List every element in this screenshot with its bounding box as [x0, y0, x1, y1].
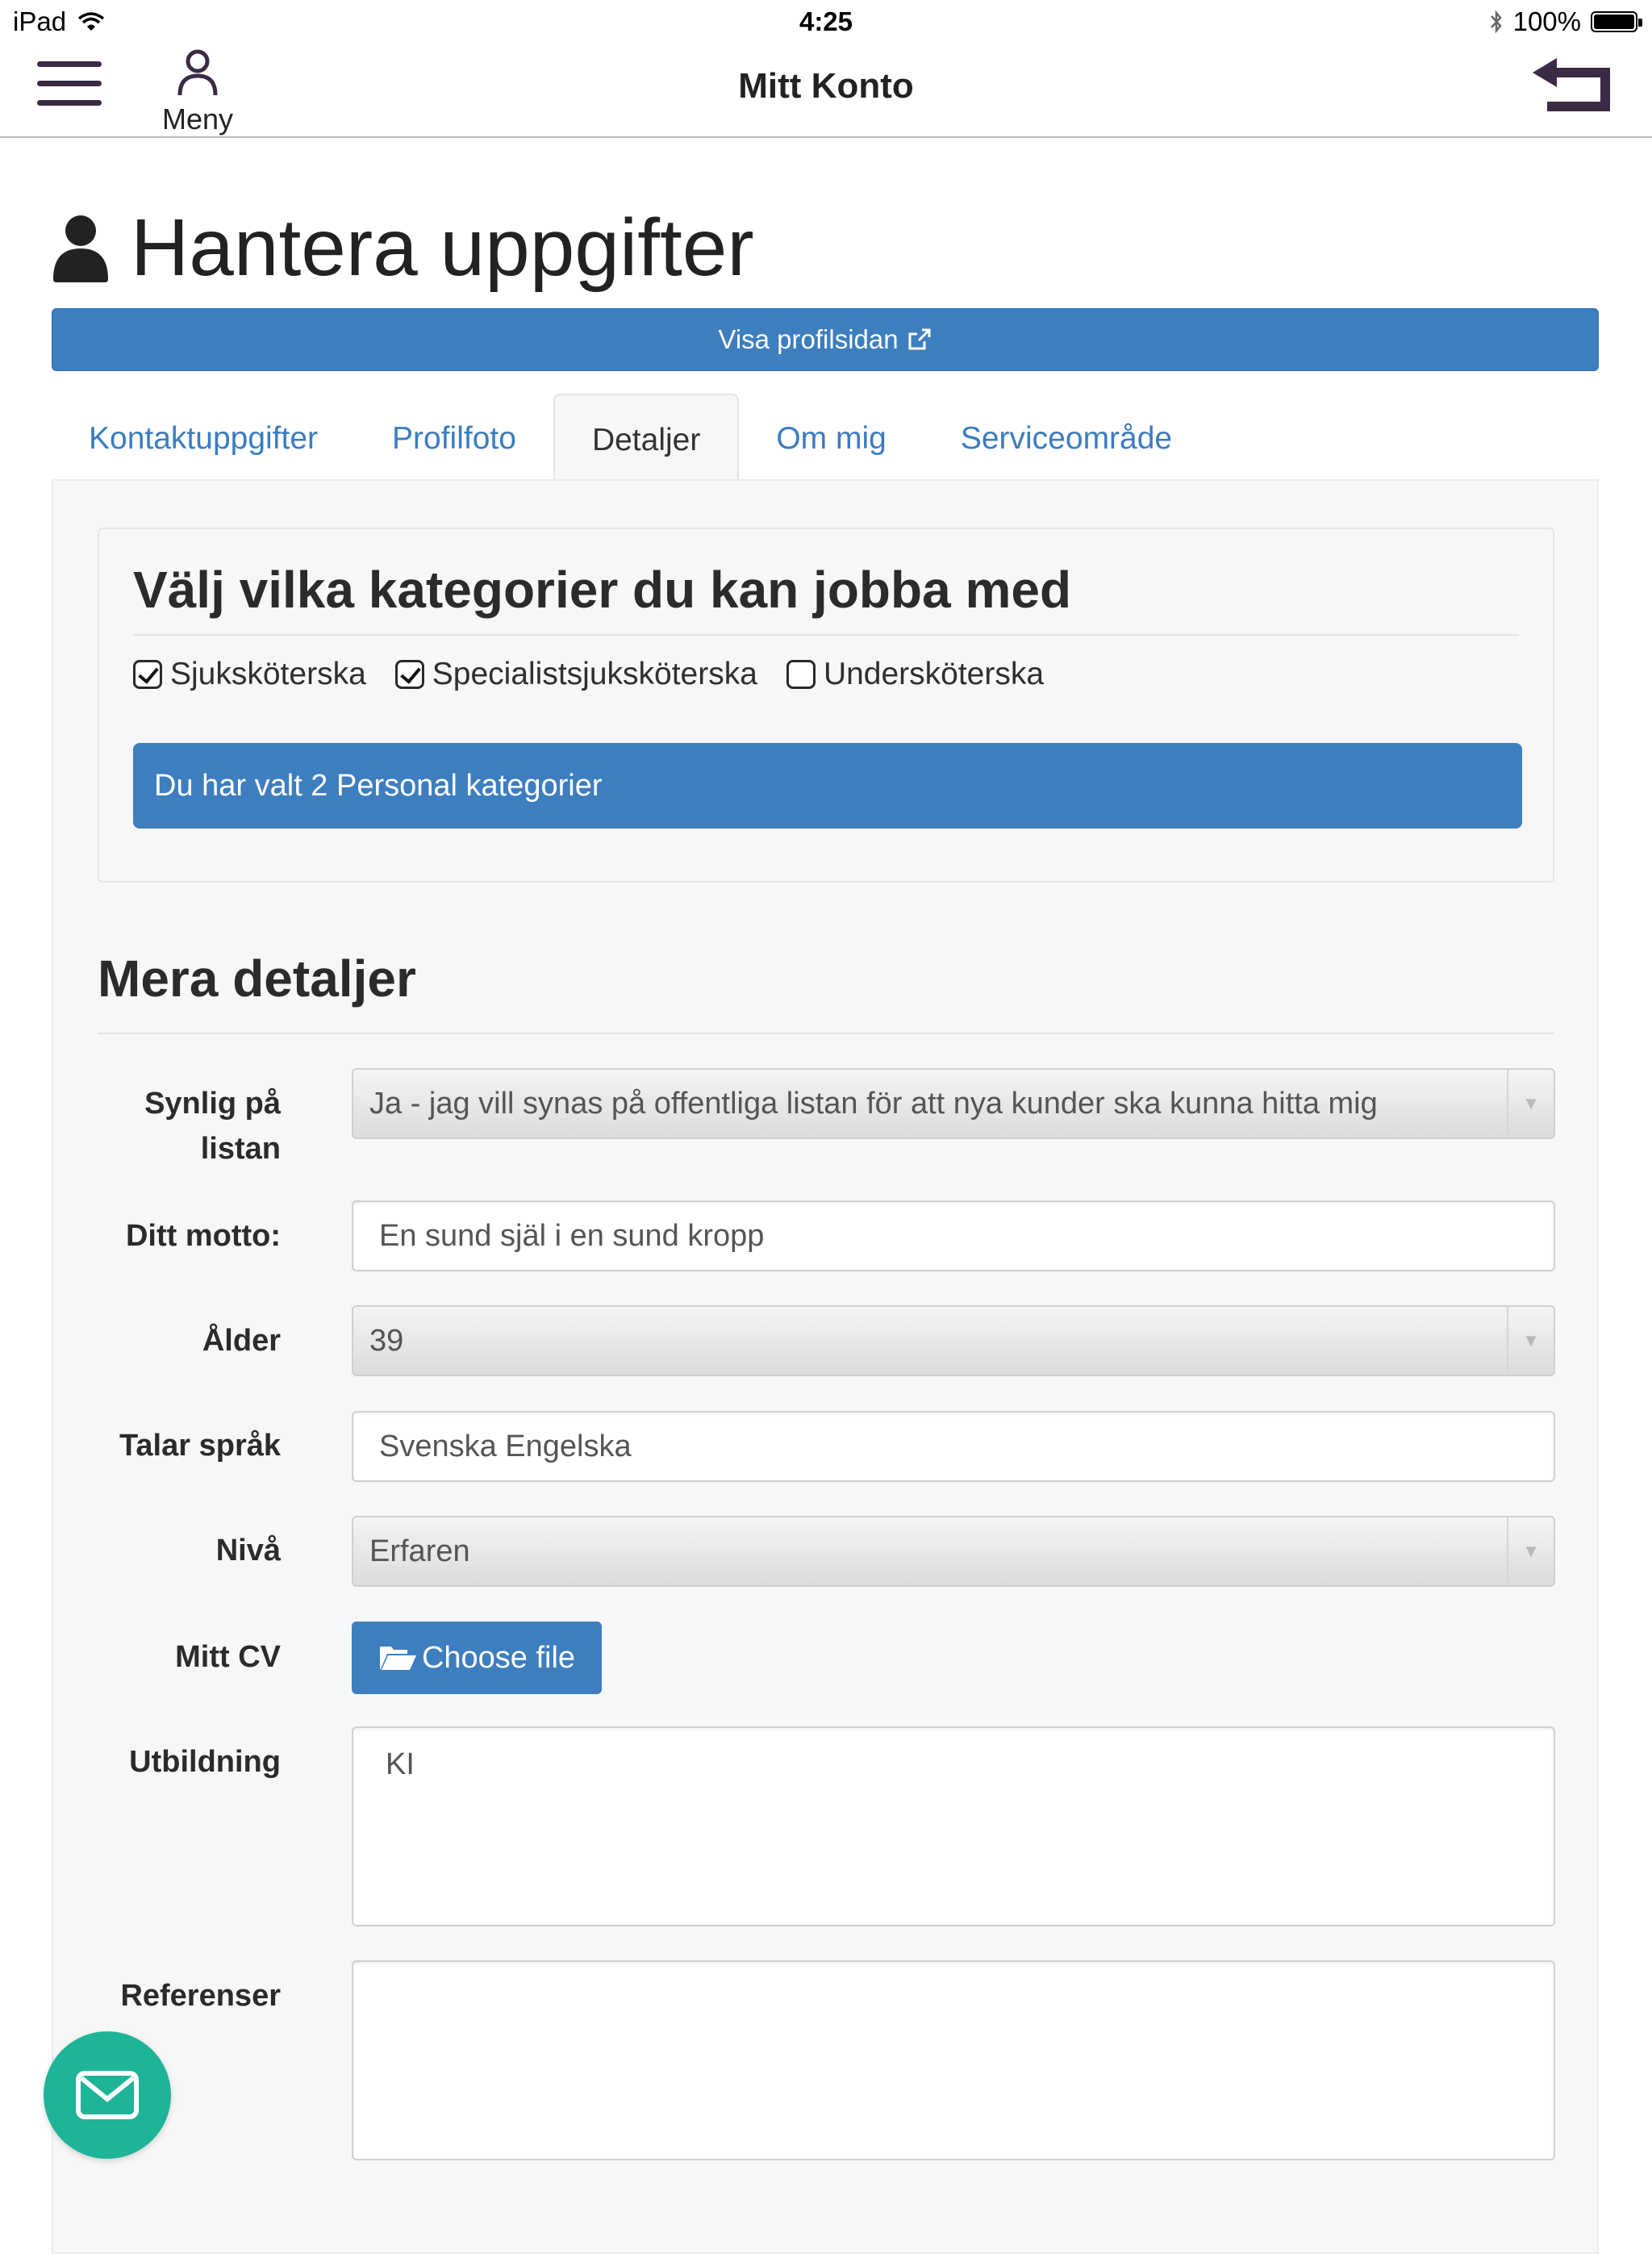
- contact-button[interactable]: [44, 2031, 171, 2159]
- view-profile-button[interactable]: Visa profilsidan: [52, 308, 1599, 371]
- battery-percent: 100%: [1512, 6, 1581, 36]
- tab-om-mig[interactable]: Om mig: [739, 394, 924, 481]
- details-panel: Välj vilka kategorier du kan jobba med S…: [52, 479, 1599, 2254]
- categories-box: Välj vilka kategorier du kan jobba med S…: [98, 528, 1554, 883]
- visible-select-value: Ja - jag vill synas på offentliga listan…: [369, 1087, 1378, 1121]
- checkbox-checked[interactable]: [133, 660, 162, 689]
- chevron-down-icon: ▼: [1507, 1307, 1554, 1375]
- status-bar: iPad 4:25 100%: [0, 0, 1652, 45]
- checkbox-label: Specialistsjuksköterska: [432, 657, 757, 691]
- mail-icon: [76, 2071, 139, 2119]
- page-title-text: Hantera uppgifter: [131, 202, 754, 293]
- education-textarea[interactable]: KI: [352, 1726, 1555, 1926]
- motto-input[interactable]: En sund själ i en sund kropp: [352, 1200, 1555, 1271]
- references-label: Referenser: [120, 1979, 281, 2013]
- tab-serviceomrade[interactable]: Serviceområde: [924, 394, 1209, 481]
- tab-detaljer[interactable]: Detaljer: [553, 394, 740, 481]
- checkbox-unchecked[interactable]: [786, 660, 816, 689]
- categories-heading: Välj vilka kategorier du kan jobba med: [133, 561, 1072, 619]
- checkbox-underskoterska[interactable]: Undersköterska: [786, 657, 1044, 692]
- page-title: Hantera uppgifter: [52, 202, 754, 294]
- level-select-value: Erfaren: [369, 1534, 470, 1568]
- user-solid-icon: [53, 215, 108, 282]
- motto-label: Ditt motto:: [125, 1219, 281, 1253]
- checkbox-checked[interactable]: [394, 660, 424, 689]
- choose-file-button[interactable]: Choose file: [352, 1622, 602, 1694]
- category-checkboxes: Sjuksköterska Specialistsjuksköterska Un…: [133, 657, 1044, 692]
- back-arrow-icon: [1533, 58, 1610, 111]
- tab-bar: Kontaktuppgifter Profilfoto Detaljer Om …: [52, 394, 1209, 481]
- chevron-down-icon: ▼: [1507, 1070, 1554, 1137]
- view-profile-label: Visa profilsidan: [718, 324, 899, 354]
- tab-profilfoto[interactable]: Profilfoto: [355, 394, 553, 481]
- visible-select[interactable]: Ja - jag vill synas på offentliga listan…: [352, 1068, 1555, 1139]
- choose-file-label: Choose file: [421, 1640, 576, 1675]
- status-time: 4:25: [799, 6, 853, 36]
- menu-label: Meny: [161, 102, 234, 136]
- checkbox-sjukskoterska[interactable]: Sjuksköterska: [133, 657, 366, 692]
- visible-label-line2: listan: [200, 1132, 281, 1166]
- bluetooth-icon: [1490, 10, 1502, 34]
- age-select[interactable]: 39 ▼: [352, 1305, 1555, 1376]
- level-select[interactable]: Erfaren ▼: [352, 1516, 1555, 1587]
- selected-categories-info: Du har valt 2 Personal kategorier: [133, 743, 1522, 829]
- languages-input[interactable]: Svenska Engelska: [352, 1411, 1555, 1482]
- visible-label-line1: Synlig på: [144, 1087, 281, 1121]
- tab-kontaktuppgifter[interactable]: Kontaktuppgifter: [52, 394, 355, 481]
- age-label: Ålder: [202, 1324, 281, 1358]
- nav-title: Mitt Konto: [738, 66, 914, 106]
- divider: [133, 634, 1519, 636]
- visible-label: Synlig på listan: [144, 1081, 281, 1171]
- references-textarea[interactable]: [352, 1960, 1555, 2160]
- cv-label: Mitt CV: [175, 1640, 281, 1674]
- checkbox-label: Undersköterska: [823, 657, 1045, 691]
- age-select-value: 39: [369, 1324, 404, 1358]
- back-button[interactable]: [1529, 56, 1618, 118]
- external-link-icon: [908, 328, 931, 350]
- chevron-down-icon: ▼: [1507, 1517, 1554, 1585]
- details-heading: Mera detaljer: [98, 950, 416, 1008]
- education-label: Utbildning: [129, 1745, 281, 1779]
- status-right: 100%: [1489, 6, 1642, 37]
- battery-icon: [1591, 11, 1642, 32]
- checkbox-specialistsjukskoterska[interactable]: Specialistsjuksköterska: [394, 657, 757, 692]
- navigation-bar: Meny Mitt Konto: [0, 45, 1652, 138]
- folder-open-icon: [379, 1647, 416, 1670]
- languages-label: Talar språk: [119, 1429, 281, 1463]
- level-label: Nivå: [215, 1534, 281, 1567]
- checkbox-label: Sjuksköterska: [170, 657, 366, 691]
- divider: [98, 1033, 1554, 1034]
